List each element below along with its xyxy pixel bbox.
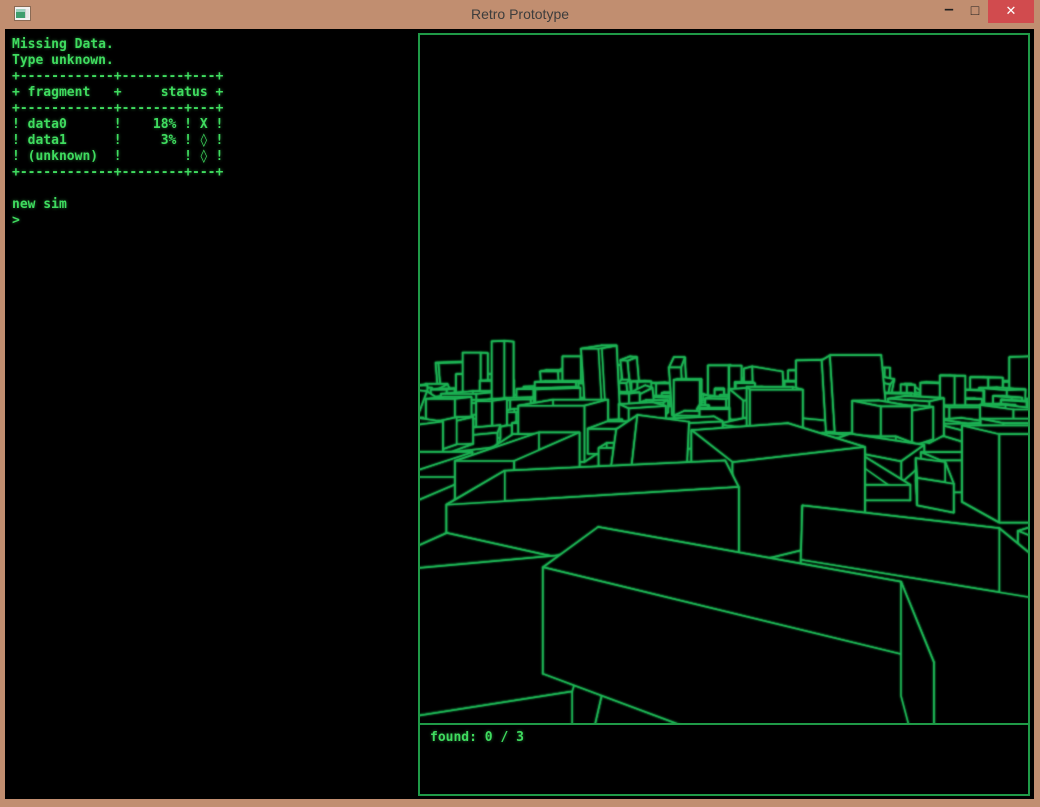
window-frame-right bbox=[1034, 29, 1040, 807]
terminal-line: Missing Data. bbox=[12, 37, 415, 53]
table-row: ! data0 ! 18% ! X ! bbox=[12, 117, 415, 133]
table-border: +------------+--------+---+ bbox=[12, 69, 415, 85]
minimize-button[interactable]: – bbox=[936, 0, 962, 23]
titlebar: Retro Prototype – □ ✕ bbox=[0, 0, 1040, 29]
maximize-button[interactable]: □ bbox=[962, 0, 988, 23]
window-frame-bottom bbox=[0, 799, 1040, 807]
app-window: Retro Prototype – □ ✕ Missing Data. Type… bbox=[0, 0, 1040, 807]
sim-viewport bbox=[420, 35, 1028, 723]
terminal-line: Type unknown. bbox=[12, 53, 415, 69]
command-label: new sim bbox=[12, 197, 415, 213]
viewport-canvas[interactable] bbox=[420, 35, 1028, 723]
close-button[interactable]: ✕ bbox=[988, 0, 1034, 23]
blank-line bbox=[12, 181, 415, 197]
table-border: +------------+--------+---+ bbox=[12, 165, 415, 181]
window-controls: – □ ✕ bbox=[936, 0, 1034, 23]
sim-panel: found: 0 / 3 bbox=[418, 33, 1030, 796]
table-row: ! (unknown) ! ! ◊ ! bbox=[12, 149, 415, 165]
table-header: + fragment + status + bbox=[12, 85, 415, 101]
window-title: Retro Prototype bbox=[0, 0, 1040, 29]
found-counter: found: 0 / 3 bbox=[430, 730, 524, 745]
terminal-panel: Missing Data. Type unknown. +-----------… bbox=[5, 29, 415, 799]
table-row: ! data1 ! 3% ! ◊ ! bbox=[12, 133, 415, 149]
command-prompt[interactable]: > bbox=[12, 213, 415, 229]
terminal-output: Missing Data. Type unknown. +-----------… bbox=[12, 37, 415, 229]
status-bar: found: 0 / 3 bbox=[420, 723, 1028, 794]
table-border: +------------+--------+---+ bbox=[12, 101, 415, 117]
